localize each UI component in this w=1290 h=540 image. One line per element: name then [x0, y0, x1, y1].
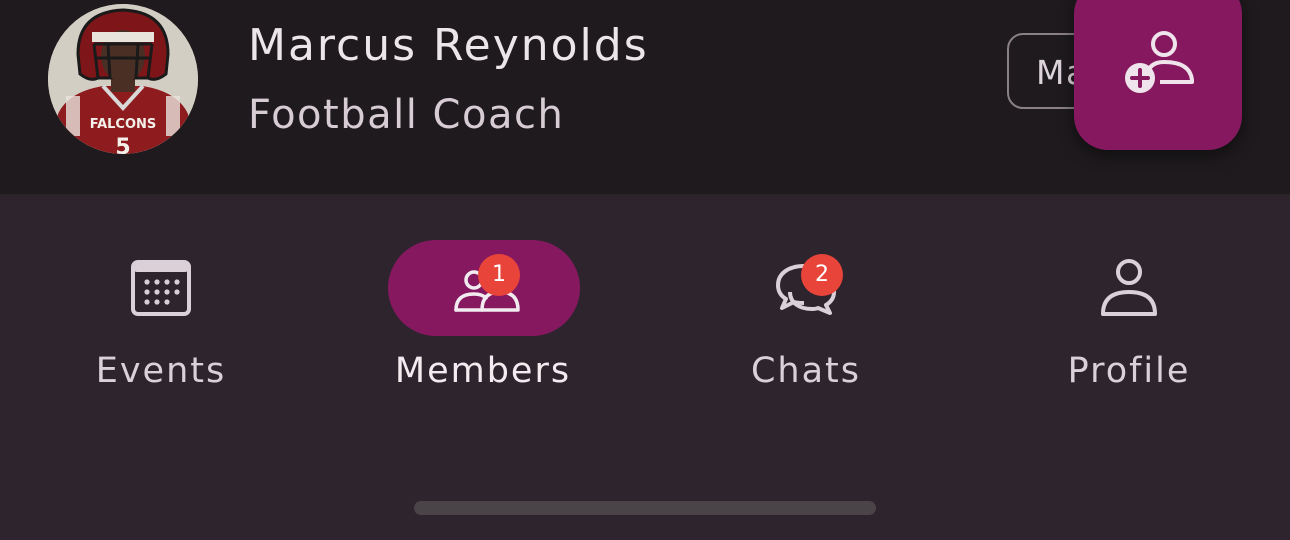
avatar-jersey-text: FALCONS — [90, 117, 157, 132]
nav-item-members[interactable]: 1 Members — [322, 197, 644, 427]
member-role: Football Coach — [248, 92, 565, 138]
nav-item-events[interactable]: Events — [0, 197, 322, 427]
member-name: Marcus Reynolds — [248, 20, 649, 71]
bottom-navigation: Events 1 Members 2 Chats Profile — [0, 197, 1290, 540]
nav-item-chats[interactable]: 2 Chats — [645, 197, 967, 427]
add-person-icon — [1125, 31, 1194, 93]
nav-item-profile[interactable]: Profile — [968, 197, 1290, 427]
chats-badge: 2 — [801, 254, 843, 296]
nav-label-events: Events — [95, 351, 227, 391]
member-avatar: FALCONS 5 — [48, 4, 198, 154]
nav-label-profile: Profile — [1067, 351, 1191, 391]
person-icon — [1101, 259, 1157, 316]
home-indicator[interactable] — [414, 501, 876, 515]
nav-label-chats: Chats — [750, 351, 862, 391]
avatar-jersey-number: 5 — [115, 135, 130, 154]
screen: FALCONS 5 Marcus Reynolds Football Coach… — [0, 0, 1290, 540]
nav-label-members: Members — [394, 351, 572, 391]
add-member-fab[interactable] — [1074, 0, 1242, 150]
members-badge: 1 — [478, 254, 520, 296]
calendar-icon — [131, 260, 191, 316]
